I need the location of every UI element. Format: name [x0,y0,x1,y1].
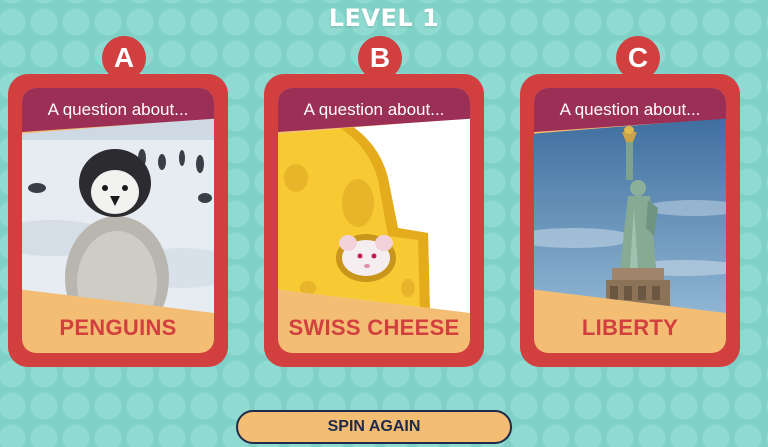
card-b-prompt: A question about... [303,100,445,119]
penguin-image [22,118,214,313]
spin-again-button[interactable]: SPIN AGAIN [236,410,512,444]
cheese-mouse-image [278,118,470,313]
card-a-prompt: A question about... [47,100,189,119]
card-b-topic: SWISS CHEESE [288,315,460,340]
card-a-body: A question about... PENGUINS [22,88,214,353]
cheese-photo [278,118,470,313]
card-c-prompt: A question about... [559,100,701,119]
card-b-swiss-cheese[interactable]: A question about... SWISS CHEESE [264,74,484,367]
level-title: LEVEL 1 [328,4,440,32]
penguin-photo [22,118,214,313]
card-c-body: A question about... LIBERTY [534,88,726,353]
card-a-penguins[interactable]: A question about... PENGUINS [8,74,228,367]
card-b-body: A question about... SWISS CHEESE [278,88,470,353]
liberty-photo [534,118,726,313]
statue-of-liberty-image [534,118,726,313]
card-c-topic: LIBERTY [581,315,679,340]
card-a-topic: PENGUINS [59,315,177,340]
card-c-liberty[interactable]: A question about... LIBERTY [520,74,740,367]
